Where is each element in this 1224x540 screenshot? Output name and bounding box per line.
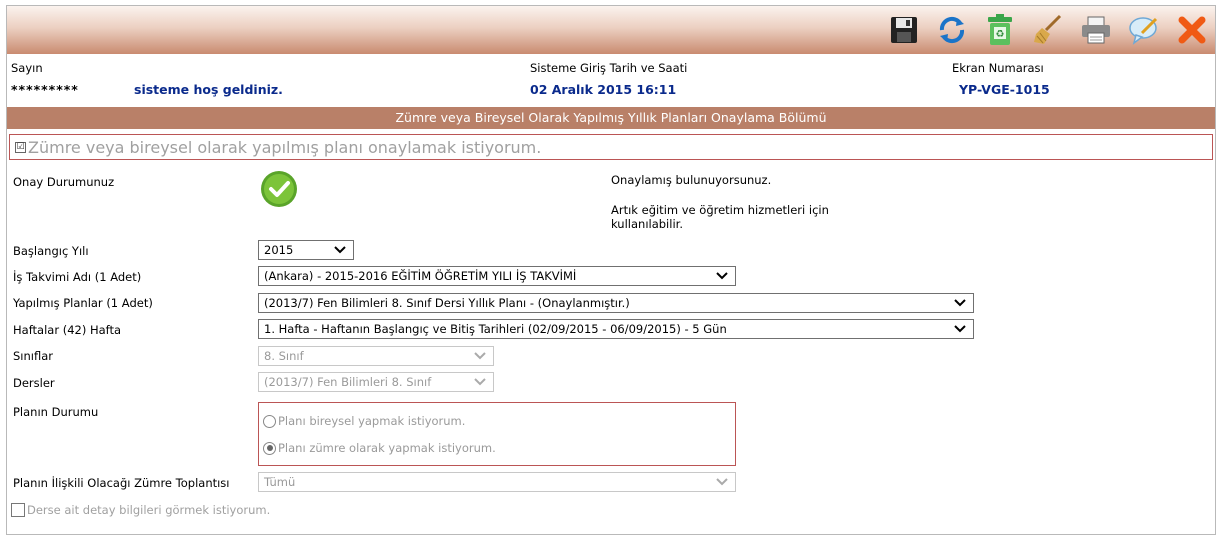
lessons-select: (2013/7) Fen Bilimleri 8. Sınıf: [258, 372, 494, 392]
chevron-down-icon: [473, 373, 487, 396]
start-year-select[interactable]: 2015: [258, 240, 354, 260]
close-icon[interactable]: [1175, 13, 1209, 47]
comment-icon[interactable]: [1127, 13, 1161, 47]
classes-select: 8. Sınıf: [258, 346, 494, 366]
login-time-label: Sisteme Giriş Tarih ve Saati: [530, 61, 688, 75]
lessons-label: Dersler: [13, 376, 55, 390]
status-note-line1: Artık eğitim ve öğretim hizmetleri için: [611, 203, 829, 217]
radio-individual-option[interactable]: Planı bireysel yapmak istiyorum.: [263, 414, 465, 428]
classes-value: 8. Sınıf: [264, 349, 304, 363]
plan-status-group: Planı bireysel yapmak istiyorum. Planı z…: [258, 402, 736, 466]
plans-value: (2013/7) Fen Bilimleri 8. Sınıf Dersi Yı…: [264, 296, 630, 310]
toolbar: ♻: [7, 6, 1215, 54]
confirm-checkbox[interactable]: ☑: [15, 141, 26, 153]
chevron-down-icon: [473, 347, 487, 370]
radio-group[interactable]: [263, 441, 276, 455]
meeting-value: Tümü: [264, 475, 296, 489]
user-name: *********: [11, 82, 79, 97]
check-approved-icon: [260, 170, 298, 211]
chevron-down-icon: [333, 241, 347, 264]
svg-text:♻: ♻: [996, 29, 1005, 40]
chevron-down-icon: [715, 473, 729, 496]
radio-individual-label: Planı bireysel yapmak istiyorum.: [278, 414, 466, 428]
plans-label: Yapılmış Planlar (1 Adet): [13, 296, 153, 310]
plan-status-label: Planın Durumu: [13, 405, 99, 419]
start-year-value: 2015: [264, 243, 294, 257]
start-year-label: Başlangıç Yılı: [13, 244, 89, 258]
status-note-line2: kullanılabilir.: [611, 217, 683, 231]
weeks-label: Haftalar (42) Hafta: [13, 323, 122, 337]
confirm-label: Zümre veya bireysel olarak yapılmış plan…: [28, 137, 542, 157]
screen-number-value: YP-VGE-1015: [959, 82, 1050, 97]
chevron-down-icon: [953, 294, 967, 317]
detail-checkbox[interactable]: [11, 503, 25, 517]
refresh-icon[interactable]: [935, 13, 969, 47]
status-message: Onaylamış bulunuyorsunuz.: [611, 173, 772, 187]
screen-number-label: Ekran Numarası: [952, 61, 1044, 75]
greeting-label: Sayın: [11, 61, 43, 75]
main-panel: ♻ Sayın ********* sisteme hoş geldiniz. …: [6, 5, 1216, 535]
radio-group-label: Planı zümre olarak yapmak istiyorum.: [278, 441, 496, 455]
lessons-value: (2013/7) Fen Bilimleri 8. Sınıf: [264, 375, 432, 389]
printer-icon[interactable]: [1079, 13, 1113, 47]
meeting-label: Planın İlişkili Olacağı Zümre Toplantısı: [13, 476, 230, 490]
chevron-down-icon: [715, 267, 729, 290]
detail-label: Derse ait detay bilgileri görmek istiyor…: [27, 503, 271, 517]
welcome-text: sisteme hoş geldiniz.: [134, 82, 283, 97]
recycle-bin-icon[interactable]: ♻: [983, 13, 1017, 47]
plans-select[interactable]: (2013/7) Fen Bilimleri 8. Sınıf Dersi Yı…: [258, 293, 974, 313]
broom-icon[interactable]: [1031, 13, 1065, 47]
login-time-value: 02 Aralık 2015 16:11: [530, 82, 677, 97]
confirm-approval-row[interactable]: ☑ Zümre veya bireysel olarak yapılmış pl…: [9, 134, 1213, 160]
weeks-select[interactable]: 1. Hafta - Haftanın Başlangıç ve Bitiş T…: [258, 319, 974, 339]
radio-group-option[interactable]: Planı zümre olarak yapmak istiyorum.: [263, 441, 496, 455]
radio-individual[interactable]: [263, 414, 276, 428]
section-title: Zümre veya Bireysel Olarak Yapılmış Yıll…: [7, 107, 1215, 129]
save-icon[interactable]: [887, 13, 921, 47]
calendar-label: İş Takvimi Adı (1 Adet): [13, 270, 142, 284]
meeting-select: Tümü: [258, 472, 736, 492]
approval-status-label: Onay Durumunuz: [13, 175, 115, 189]
classes-label: Sınıflar: [13, 349, 53, 363]
weeks-value: 1. Hafta - Haftanın Başlangıç ve Bitiş T…: [264, 322, 727, 336]
calendar-value: (Ankara) - 2015-2016 EĞİTİM ÖĞRETİM YILI…: [264, 269, 577, 283]
chevron-down-icon: [953, 320, 967, 343]
calendar-select[interactable]: (Ankara) - 2015-2016 EĞİTİM ÖĞRETİM YILI…: [258, 266, 736, 286]
detail-info-option[interactable]: Derse ait detay bilgileri görmek istiyor…: [11, 503, 270, 517]
